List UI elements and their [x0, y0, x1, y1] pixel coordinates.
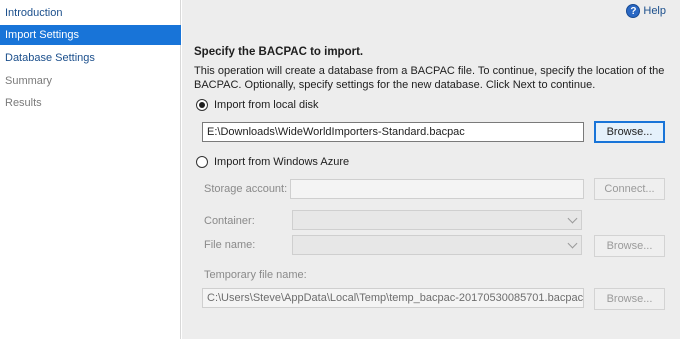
wizard-sidebar: Introduction Import Settings Database Se…	[0, 0, 181, 339]
local-disk-label: Import from local disk	[214, 99, 319, 111]
sidebar-item-results: Results	[0, 93, 181, 113]
chevron-down-icon	[567, 238, 578, 249]
file-name-label: File name:	[204, 239, 256, 251]
local-disk-option[interactable]: Import from local disk	[196, 99, 319, 111]
settings-panel: ? Help Specify the BACPAC to import. Thi…	[182, 0, 680, 339]
storage-account-label: Storage account:	[204, 183, 288, 195]
help-link[interactable]: ? Help	[626, 3, 666, 19]
local-path-input[interactable]: E:\Downloads\WideWorldImporters-Standard…	[202, 122, 584, 142]
sidebar-item-label: Database Settings	[5, 52, 95, 64]
storage-account-input[interactable]	[290, 179, 584, 199]
page-description: This operation will create a database fr…	[194, 65, 665, 91]
browse-azure-button[interactable]: Browse...	[594, 235, 665, 257]
chevron-down-icon	[567, 213, 578, 224]
temp-file-input[interactable]: C:\Users\Steve\AppData\Local\Temp\temp_b…	[202, 288, 584, 308]
sidebar-item-database-settings[interactable]: Database Settings	[0, 48, 181, 68]
connect-button[interactable]: Connect...	[594, 178, 665, 200]
sidebar-item-label: Results	[5, 97, 42, 109]
sidebar-item-label: Import Settings	[5, 29, 79, 41]
sidebar-item-introduction[interactable]: Introduction	[0, 3, 181, 23]
temp-file-label: Temporary file name:	[204, 269, 307, 281]
sidebar-item-label: Introduction	[5, 7, 63, 19]
azure-radio[interactable]	[196, 156, 208, 168]
help-label: Help	[643, 5, 666, 17]
browse-temp-button[interactable]: Browse...	[594, 288, 665, 310]
container-label: Container:	[204, 215, 255, 227]
file-name-select[interactable]	[292, 235, 582, 255]
local-disk-radio[interactable]	[196, 99, 208, 111]
sidebar-item-summary: Summary	[0, 71, 181, 91]
azure-label: Import from Windows Azure	[214, 156, 350, 168]
sidebar-item-import-settings[interactable]: Import Settings	[0, 25, 181, 45]
question-icon: ?	[626, 4, 641, 18]
sidebar-item-label: Summary	[5, 75, 53, 87]
azure-option[interactable]: Import from Windows Azure	[196, 156, 349, 168]
container-select[interactable]	[292, 210, 582, 230]
page-title: Specify the BACPAC to import.	[194, 46, 364, 58]
import-wizard: Introduction Import Settings Database Se…	[0, 0, 680, 339]
browse-local-button[interactable]: Browse...	[594, 121, 665, 143]
